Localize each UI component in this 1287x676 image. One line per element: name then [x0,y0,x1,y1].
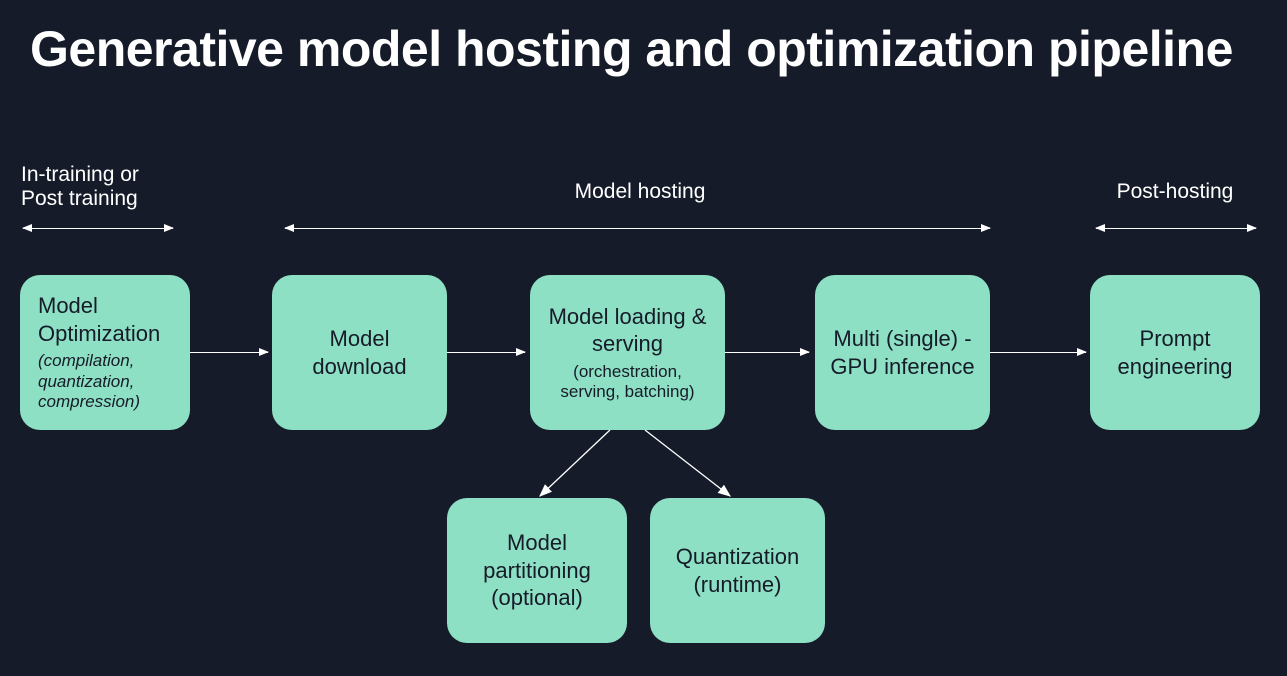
box-model-optimization: Model Optimization (compilation, quantiz… [20,275,190,430]
phase-label-pre: In-training or Post training [21,163,181,211]
range-arrow-post [1096,228,1256,229]
box-model-serving: Model loading & serving (orchestration, … [530,275,725,430]
box-prompt-engineering: Prompt engineering [1090,275,1260,430]
range-arrow-pre [23,228,173,229]
box-model-partitioning: Model partitioning (optional) [447,498,627,643]
box-title: Model download [284,325,435,380]
arrow-serving-to-gpu [725,352,809,353]
box-title: Model loading & serving [542,303,713,358]
phase-label-post: Post-hosting [1095,180,1255,204]
box-model-download: Model download [272,275,447,430]
box-title: Multi (single) - GPU inference [827,325,978,380]
box-quantization-runtime: Quantization (runtime) [650,498,825,643]
box-subtitle: (orchestration, serving, batching) [542,362,713,403]
box-gpu-inference: Multi (single) - GPU inference [815,275,990,430]
arrow-download-to-serving [447,352,525,353]
phase-label-mid: Model hosting [520,180,760,204]
arrow-opt-to-download [190,352,268,353]
box-title: Quantization (runtime) [662,543,813,598]
range-arrow-mid [285,228,990,229]
box-title: Prompt engineering [1102,325,1248,380]
arrow-gpu-to-prompt [990,352,1086,353]
box-title: Model partitioning (optional) [459,529,615,612]
page-title: Generative model hosting and optimizatio… [0,0,1287,78]
box-subtitle: (compilation, quantization, compression) [38,351,178,412]
box-title: Model Optimization [38,292,178,347]
